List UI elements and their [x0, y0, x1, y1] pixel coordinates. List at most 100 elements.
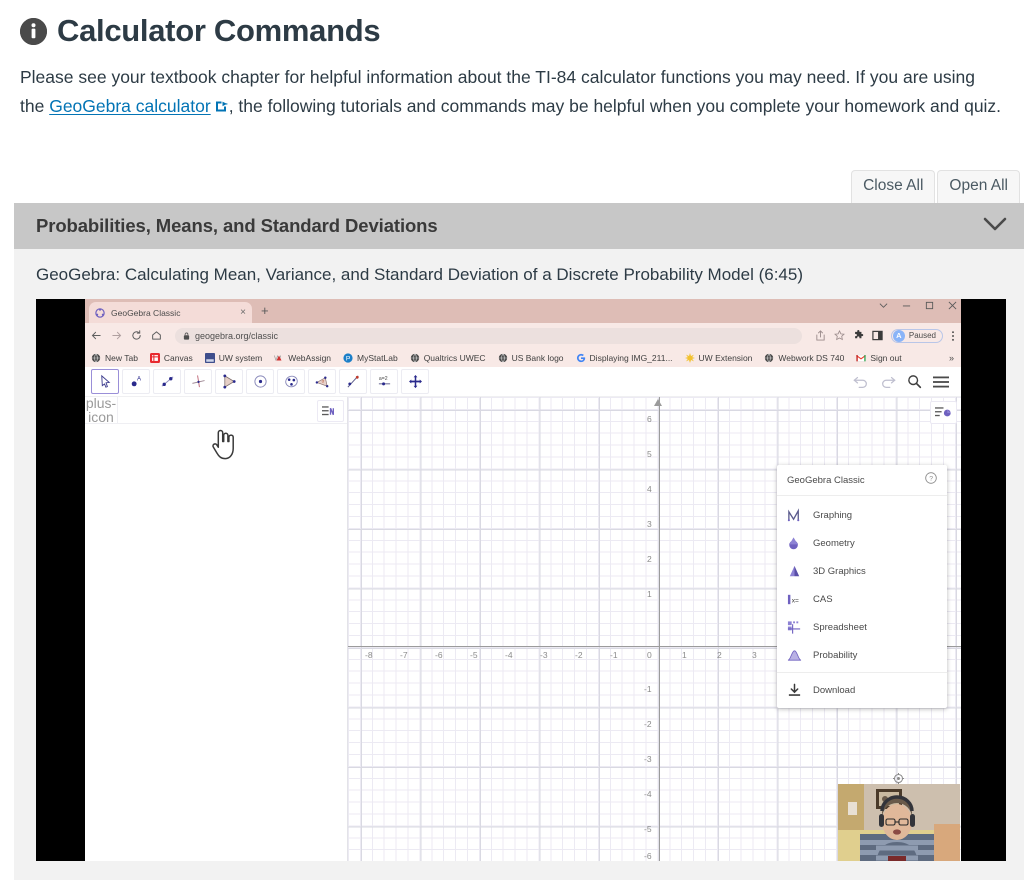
globe-icon — [91, 353, 101, 362]
home-icon[interactable] — [151, 330, 162, 341]
perspective-item-download[interactable]: Download — [777, 676, 947, 704]
perspective-label: Spreadsheet — [813, 621, 867, 633]
hamburger-menu-icon[interactable] — [933, 375, 949, 389]
move-graphics-tool-icon[interactable] — [401, 369, 429, 394]
perspectives-title: GeoGebra Classic — [787, 474, 865, 486]
maximize-icon[interactable] — [925, 301, 934, 310]
close-all-button[interactable]: Close All — [851, 170, 936, 204]
bookmark-label: UW Extension — [698, 352, 753, 363]
star-icon[interactable] — [833, 330, 845, 341]
browser-action-icons: A Paused — [815, 328, 955, 343]
embedded-video-player[interactable]: GeoGebra Classic × + geogebra.org/classi… — [36, 299, 1006, 861]
angle-tool-icon[interactable]: α — [308, 369, 336, 394]
geogebra-calculator-link[interactable]: GeoGebra calculator — [49, 96, 210, 116]
algebra-view-icon[interactable] — [317, 400, 344, 422]
bookmark-label: Sign out — [870, 352, 902, 363]
bookmark-sign-out[interactable]: Sign out — [856, 352, 902, 363]
bookmark-uw-extension[interactable]: UW Extension — [684, 352, 753, 363]
ellipse-tool-icon[interactable] — [277, 369, 305, 394]
open-all-button[interactable]: Open All — [937, 170, 1020, 204]
accordion-panel-probabilities: GeoGebra: Calculating Mean, Variance, an… — [14, 249, 1024, 880]
bookmark-us-bank[interactable]: US Bank logo — [498, 353, 564, 363]
x-tick: 2 — [717, 650, 722, 660]
zoom-target-icon[interactable] — [893, 771, 904, 784]
browser-nav-bar: geogebra.org/classic A Paused — [85, 323, 961, 348]
graphics-view[interactable]: -8 -7 -6 -5 -4 -3 -2 -1 0 1 2 3 6 5 4 3 … — [348, 397, 961, 861]
y-axis — [659, 397, 661, 861]
extensions-puzzle-icon[interactable] — [853, 330, 864, 341]
plus-icon[interactable]: plus-icon — [85, 396, 118, 424]
y-axis-arrow — [654, 399, 662, 406]
globe-icon — [498, 353, 507, 362]
geogebra-app: A α a=2 plus-icon -8 -7 -6 -5 -4 -3 -2 -… — [85, 367, 961, 861]
forward-arrow-icon[interactable] — [111, 330, 122, 341]
style-bar-icon[interactable] — [930, 401, 957, 424]
geogebra-toolbar: A α a=2 — [85, 367, 961, 397]
bookmark-mystatlab[interactable]: P MyStatLab — [343, 353, 398, 363]
perspective-label: Download — [813, 684, 856, 696]
close-icon[interactable]: × — [240, 307, 246, 318]
perspective-item-3d-graphics[interactable]: 3D Graphics — [777, 557, 947, 585]
perpendicular-line-tool-icon[interactable] — [184, 369, 212, 394]
close-icon[interactable] — [948, 301, 957, 310]
perspective-item-geometry[interactable]: Geometry — [777, 529, 947, 557]
bookmark-new-tab[interactable]: New Tab — [91, 353, 138, 363]
y-tick: -2 — [644, 719, 652, 729]
bookmark-label: WebAssign — [288, 352, 332, 363]
sidepanel-icon[interactable] — [872, 330, 883, 341]
globe-icon — [410, 353, 419, 362]
accordion: Probabilities, Means, and Standard Devia… — [14, 203, 1024, 880]
bookmark-label: Qualtrics UWEC — [423, 352, 486, 363]
move-tool-icon[interactable] — [91, 369, 119, 394]
bookmark-displaying-img[interactable]: Displaying IMG_211... — [576, 353, 673, 363]
y-tick: -6 — [644, 851, 652, 861]
new-tab-button[interactable]: + — [261, 304, 269, 317]
reflect-tool-icon[interactable] — [339, 369, 367, 394]
geogebra-icon — [95, 307, 105, 318]
three-dot-menu-icon[interactable] — [951, 330, 955, 342]
minimize-icon[interactable] — [902, 301, 911, 310]
bookmark-webassign[interactable]: W WebAssign — [274, 353, 331, 363]
redo-icon[interactable] — [880, 375, 896, 389]
y-tick: 4 — [647, 484, 652, 494]
bookmark-label: MyStatLab — [357, 352, 398, 363]
y-tick: 3 — [647, 519, 652, 529]
circle-tool-icon[interactable] — [246, 369, 274, 394]
bookmark-qualtrics[interactable]: Qualtrics UWEC — [410, 353, 486, 363]
algebra-view-panel[interactable]: plus-icon — [85, 396, 348, 861]
geometry-icon — [787, 536, 802, 551]
bookmarks-overflow-button[interactable]: » — [949, 353, 955, 363]
bookmark-canvas[interactable]: Canvas — [149, 352, 193, 363]
share-icon[interactable] — [815, 330, 826, 341]
search-icon[interactable] — [907, 374, 922, 389]
algebra-input-row[interactable]: plus-icon — [85, 396, 347, 424]
accordion-header-probabilities[interactable]: Probabilities, Means, and Standard Devia… — [14, 203, 1024, 249]
canvas-icon — [149, 352, 160, 363]
svg-text:P: P — [346, 355, 351, 362]
help-circle-icon[interactable]: ? — [925, 471, 937, 489]
perspective-item-probability[interactable]: Probability — [777, 641, 947, 669]
page-root: Calculator Commands Please see your text… — [0, 0, 1024, 880]
line-tool-icon[interactable] — [153, 369, 181, 394]
chevron-down-icon[interactable] — [879, 301, 888, 310]
bookmark-uw-system[interactable]: UW system — [204, 352, 262, 363]
perspective-item-cas[interactable]: x= CAS — [777, 585, 947, 613]
perspective-item-spreadsheet[interactable]: Spreadsheet — [777, 613, 947, 641]
reload-icon[interactable] — [131, 330, 142, 341]
bookmark-webwork[interactable]: Webwork DS 740 — [764, 353, 844, 363]
browser-tab[interactable]: GeoGebra Classic × — [89, 302, 252, 323]
point-tool-icon[interactable]: A — [122, 369, 150, 394]
slider-tool-icon[interactable]: a=2 — [370, 369, 398, 394]
undo-icon[interactable] — [853, 375, 869, 389]
profile-status-pill[interactable]: A Paused — [890, 328, 943, 343]
perspective-item-graphing[interactable]: Graphing — [777, 501, 947, 529]
back-arrow-icon[interactable] — [91, 330, 102, 341]
globe-icon — [765, 353, 774, 362]
accordion-controls: Close All Open All — [851, 170, 1020, 204]
star-burst-icon — [684, 352, 695, 363]
chevron-down-icon[interactable] — [982, 216, 1008, 237]
polygon-tool-icon[interactable] — [215, 369, 243, 394]
perspectives-divider — [777, 672, 947, 673]
geogebra-main-area: plus-icon -8 -7 -6 -5 -4 -3 -2 -1 0 1 2 … — [85, 396, 961, 861]
address-bar[interactable]: geogebra.org/classic — [175, 327, 802, 344]
